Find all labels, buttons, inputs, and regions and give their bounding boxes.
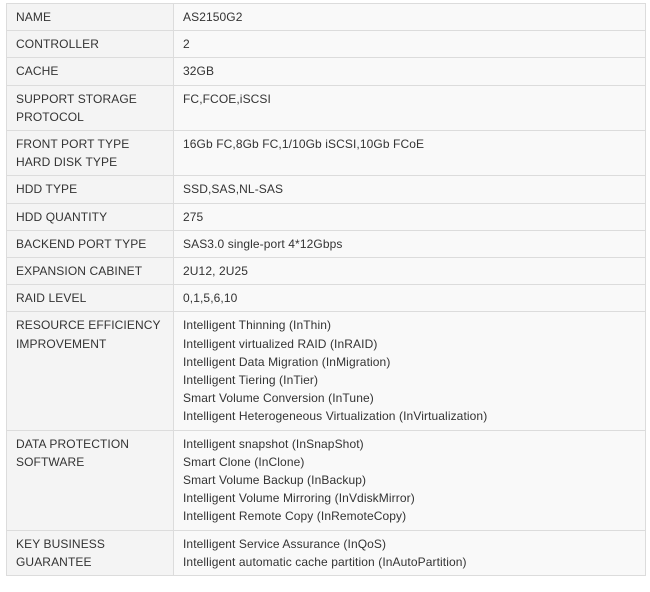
spec-value-line: Intelligent virtualized RAID (InRAID) <box>183 336 378 351</box>
spec-value: AS2150G2 <box>173 2 646 32</box>
table-row: RESOURCE EFFICIENCY IMPROVEMENT Intellig… <box>6 311 646 431</box>
spec-value-line: Intelligent Volume Mirroring (InVdiskMir… <box>183 491 415 506</box>
spec-value-line: AS2150G2 <box>183 10 243 24</box>
spec-key: NAME <box>6 2 174 32</box>
spec-value-line: Intelligent Tiering (InTier) <box>183 373 319 388</box>
spec-value: 2U12, 2U25 <box>173 257 646 286</box>
spec-value-line: Intelligent Service Assurance (InQoS) <box>183 536 387 551</box>
spec-value-line: 16Gb FC,8Gb FC,1/10Gb iSCSI,10Gb FCoE <box>183 137 425 152</box>
table-row: HDD QUANTITY 275 <box>6 202 646 231</box>
table-row: NAME AS2150G2 <box>6 2 646 32</box>
spec-table-container: NAME AS2150G2 CONTROLLER 2 CACHE 32GB SU… <box>6 2 646 577</box>
spec-value: Intelligent Thinning (InThin) Intelligen… <box>173 311 646 431</box>
spec-key: SUPPORT STORAGE PROTOCOL <box>6 84 174 132</box>
table-row: FRONT PORT TYPE HARD DISK TYPE 16Gb FC,8… <box>6 130 646 177</box>
spec-value-line: Smart Volume Backup (InBackup) <box>183 473 367 488</box>
spec-value: Intelligent snapshot (InSnapShot) Smart … <box>173 429 646 531</box>
spec-key: DATA PROTECTION SOFTWARE <box>6 429 174 531</box>
spec-value: 0,1,5,6,10 <box>173 284 646 313</box>
spec-value-line: Intelligent Data Migration (InMigration) <box>183 354 391 369</box>
spec-key: BACKEND PORT TYPE <box>6 229 174 259</box>
spec-value-line: Intelligent snapshot (InSnapShot) <box>183 436 364 451</box>
table-row: KEY BUSINESS GUARANTEE Intelligent Servi… <box>6 529 646 577</box>
spec-value: SAS3.0 single-port 4*12Gbps <box>173 229 646 259</box>
spec-value-line: Intelligent Remote Copy (InRemoteCopy) <box>183 509 407 524</box>
spec-table: NAME AS2150G2 CONTROLLER 2 CACHE 32GB SU… <box>6 2 646 577</box>
spec-key: KEY BUSINESS GUARANTEE <box>6 529 174 577</box>
spec-value: FC,FCOE,iSCSI <box>173 84 646 132</box>
table-row: CONTROLLER 2 <box>6 30 646 59</box>
table-row: EXPANSION CABINET 2U12, 2U25 <box>6 257 646 286</box>
spec-value: 32GB <box>173 57 646 86</box>
spec-value-line: 32GB <box>183 64 215 79</box>
spec-key: RESOURCE EFFICIENCY IMPROVEMENT <box>6 311 174 431</box>
spec-value: 16Gb FC,8Gb FC,1/10Gb iSCSI,10Gb FCoE <box>173 130 646 177</box>
spec-value-line: Smart Clone (InClone) <box>183 454 305 469</box>
table-row: HDD TYPE SSD,SAS,NL-SAS <box>6 175 646 204</box>
table-row: SUPPORT STORAGE PROTOCOL FC,FCOE,iSCSI <box>6 84 646 132</box>
table-row: DATA PROTECTION SOFTWARE Intelligent sna… <box>6 429 646 531</box>
spec-key: CONTROLLER <box>6 30 174 59</box>
spec-value-line: Intelligent Heterogeneous Virtualization… <box>183 409 488 424</box>
spec-value: 275 <box>173 202 646 231</box>
spec-key: CACHE <box>6 57 174 86</box>
spec-key: FRONT PORT TYPE HARD DISK TYPE <box>6 130 174 177</box>
spec-value-line: SAS3.0 single-port 4*12Gbps <box>183 236 343 251</box>
table-row: RAID LEVEL 0,1,5,6,10 <box>6 284 646 313</box>
spec-value: 2 <box>173 30 646 59</box>
spec-key: HDD TYPE <box>6 175 174 204</box>
spec-value: Intelligent Service Assurance (InQoS) In… <box>173 529 646 577</box>
spec-value-line: SSD,SAS,NL-SAS <box>183 182 284 197</box>
spec-value-line: FC,FCOE,iSCSI <box>183 91 271 106</box>
spec-key: EXPANSION CABINET <box>6 257 174 286</box>
table-row: CACHE 32GB <box>6 57 646 86</box>
spec-value: SSD,SAS,NL-SAS <box>173 175 646 204</box>
spec-value-line: 275 <box>183 209 204 224</box>
spec-value-line: 2U12, 2U25 <box>183 264 249 279</box>
spec-value-line: Intelligent Thinning (InThin) <box>183 318 332 333</box>
spec-value-line: Smart Volume Conversion (InTune) <box>183 391 374 406</box>
spec-value-line: 0,1,5,6,10 <box>183 291 238 306</box>
spec-key: HDD QUANTITY <box>6 202 174 231</box>
spec-key: RAID LEVEL <box>6 284 174 313</box>
spec-value-line: Intelligent automatic cache partition (I… <box>183 554 467 569</box>
table-row: BACKEND PORT TYPE SAS3.0 single-port 4*1… <box>6 229 646 259</box>
spec-value-line: 2 <box>183 37 190 52</box>
